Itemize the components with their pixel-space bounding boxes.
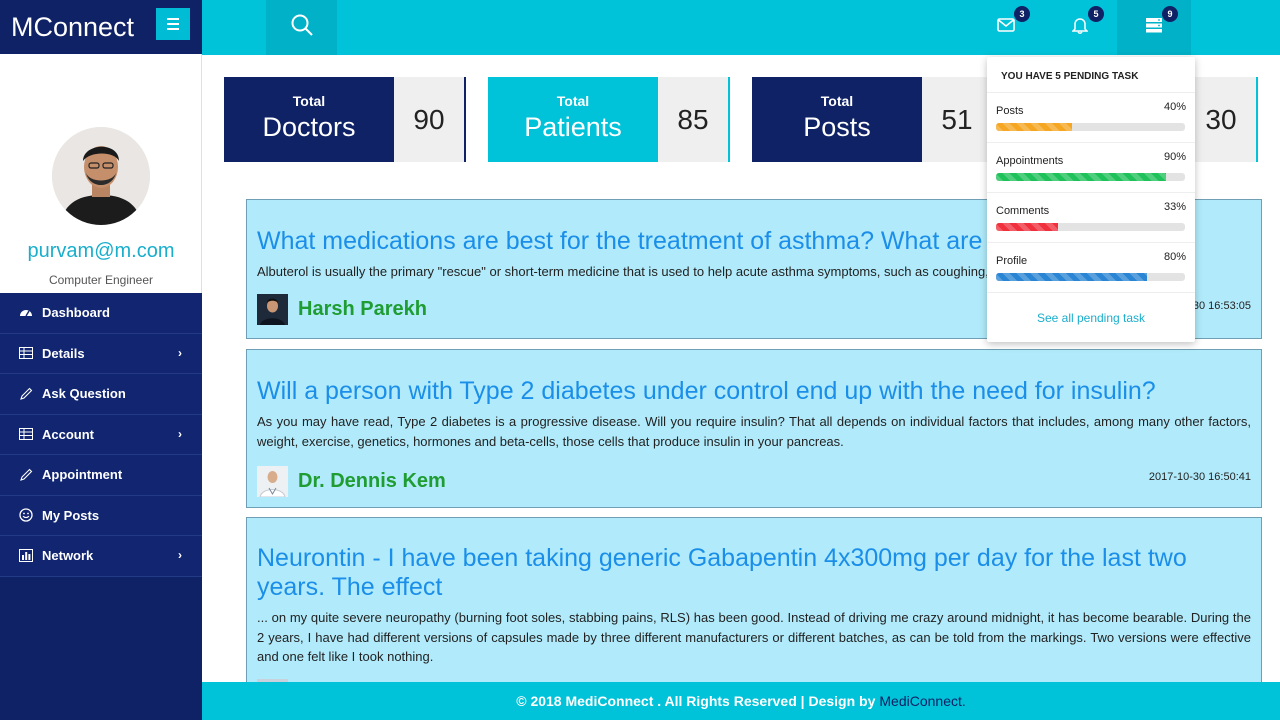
dashboard-icon	[18, 305, 34, 321]
task-percent: 80%	[1163, 251, 1186, 263]
sidebar-item-account[interactable]: Account ›	[0, 414, 202, 455]
menu-toggle-button[interactable]	[156, 8, 190, 40]
brand-header: MConnect	[0, 0, 202, 54]
pending-tasks-dropdown: YOU HAVE 5 PENDING TASK Posts 40% Appoin…	[987, 57, 1195, 342]
stat-label: Total Posts	[752, 77, 922, 162]
post-author[interactable]: Dr. Dennis Kem	[298, 470, 446, 493]
stat-small-label: Total	[820, 93, 854, 109]
sidebar-item-label: Appointment	[42, 467, 123, 483]
post-title[interactable]: Will a person with Type 2 diabetes under…	[257, 376, 1251, 406]
sidebar-item-label: My Posts	[42, 507, 100, 523]
sidebar-item-appointment[interactable]: Appointment	[0, 455, 202, 496]
sidebar-nav: Dashboard Details › Ask Question Account…	[0, 293, 202, 577]
stat-card-patients[interactable]: Total Patients 85	[488, 77, 730, 162]
stat-small-label: Total	[556, 93, 590, 109]
bell-icon	[1071, 16, 1089, 39]
footer: © 2018 MediConnect . All Rights Reserved…	[202, 682, 1280, 720]
profile-panel: purvam@m.com Computer Engineer	[0, 54, 202, 319]
task-item-profile[interactable]: Profile 80%	[987, 243, 1195, 293]
tasks-button[interactable]: 9	[1117, 0, 1191, 55]
stat-value: 51	[922, 77, 994, 162]
search-button[interactable]	[266, 0, 337, 55]
notifications-button[interactable]: 5	[1043, 0, 1117, 55]
task-percent: 90%	[1163, 151, 1186, 163]
stat-value: 90	[394, 77, 466, 162]
see-all-tasks-link[interactable]: See all pending task	[987, 311, 1195, 325]
top-bar: 3 5 9	[202, 0, 1280, 55]
sidebar-item-network[interactable]: Network ›	[0, 536, 202, 577]
task-progress-bar	[996, 223, 1185, 231]
server-icon	[1145, 17, 1163, 38]
tasks-count-badge: 9	[1162, 6, 1178, 22]
task-item-comments[interactable]: Comments 33%	[987, 193, 1195, 243]
task-percent: 40%	[1163, 101, 1186, 113]
profile-role: Computer Engineer	[48, 273, 154, 287]
task-progress-fill	[996, 273, 1148, 281]
author-avatar[interactable]	[257, 294, 288, 325]
post-body: ... on my quite severe neuropathy (burni…	[257, 610, 1251, 664]
stat-small-label: Total	[292, 93, 326, 109]
chevron-right-icon: ›	[178, 345, 182, 360]
post-card[interactable]: Will a person with Type 2 diabetes under…	[246, 349, 1262, 508]
task-item-posts[interactable]: Posts 40%	[987, 93, 1195, 143]
brand-logo-text[interactable]: MConnect	[11, 12, 134, 43]
footer-brand-link[interactable]: MediConnect.	[879, 693, 965, 709]
sidebar-item-label: Account	[42, 426, 94, 442]
stat-big-label: Patients	[524, 112, 622, 142]
notifications-count-badge: 5	[1088, 6, 1104, 22]
stat-value: 30	[1186, 77, 1258, 162]
post-title[interactable]: Neurontin - I have been taking generic G…	[257, 544, 1251, 602]
author-avatar[interactable]	[257, 465, 288, 497]
task-name: Posts	[996, 105, 1024, 117]
sidebar-item-ask-question[interactable]: Ask Question	[0, 374, 202, 415]
sidebar-item-details[interactable]: Details ›	[0, 333, 202, 374]
messages-count-badge: 3	[1014, 6, 1030, 22]
envelope-icon	[997, 18, 1015, 37]
sidebar-item-label: Network	[42, 548, 94, 564]
post-body: As you may have read, Type 2 diabetes is…	[257, 414, 1251, 449]
task-progress-fill	[996, 123, 1072, 131]
sidebar: MConnect purvam@m.com Computer Engineer	[0, 0, 202, 720]
footer-text: © 2018 MediConnect . All Rights Reserved…	[516, 693, 876, 709]
table-icon	[18, 345, 34, 361]
sidebar-item-my-posts[interactable]: My Posts	[0, 495, 202, 536]
stat-big-label: Doctors	[262, 112, 356, 142]
task-name: Appointments	[996, 155, 1064, 167]
chart-icon	[18, 548, 34, 564]
task-progress-fill	[996, 223, 1059, 231]
task-percent: 33%	[1163, 201, 1186, 213]
sidebar-item-label: Dashboard	[42, 305, 110, 321]
pencil-icon	[18, 467, 34, 483]
post-author[interactable]: Harsh Parekh	[298, 298, 427, 321]
avatar[interactable]	[52, 127, 150, 225]
post-date: 2017-10-30 16:50:41	[1148, 471, 1251, 483]
task-name: Comments	[996, 205, 1050, 217]
sidebar-item-label: Ask Question	[42, 386, 126, 402]
table-icon	[18, 426, 34, 442]
stat-card-posts[interactable]: Total Posts 51	[752, 77, 994, 162]
task-progress-bar	[996, 123, 1185, 131]
stat-big-label: Posts	[803, 112, 871, 142]
stat-label: Total Doctors	[224, 77, 394, 162]
chevron-right-icon: ›	[178, 548, 182, 562]
pencil-icon	[18, 386, 34, 402]
task-progress-fill	[996, 173, 1167, 181]
task-progress-bar	[996, 173, 1185, 181]
stat-card-doctors[interactable]: Total Doctors 90	[224, 77, 466, 162]
profile-email: purvam@m.com	[27, 240, 175, 262]
stat-value: 85	[658, 77, 730, 162]
task-item-appointments[interactable]: Appointments 90%	[987, 143, 1195, 193]
post-author-row: Dr. Dennis Kem 2017-10-30 16:50:41	[257, 465, 1251, 497]
sidebar-item-dashboard[interactable]: Dashboard	[0, 293, 202, 334]
task-progress-bar	[996, 273, 1185, 281]
search-icon	[290, 13, 314, 42]
task-name: Profile	[996, 255, 1028, 267]
messages-button[interactable]: 3	[969, 0, 1043, 55]
dropdown-header: YOU HAVE 5 PENDING TASK	[987, 57, 1195, 93]
chevron-right-icon: ›	[178, 426, 182, 441]
smiley-icon	[18, 507, 34, 523]
stat-label: Total Patients	[488, 77, 658, 162]
post-card[interactable]: Neurontin - I have been taking generic G…	[246, 517, 1262, 710]
sidebar-item-label: Details	[42, 345, 85, 361]
